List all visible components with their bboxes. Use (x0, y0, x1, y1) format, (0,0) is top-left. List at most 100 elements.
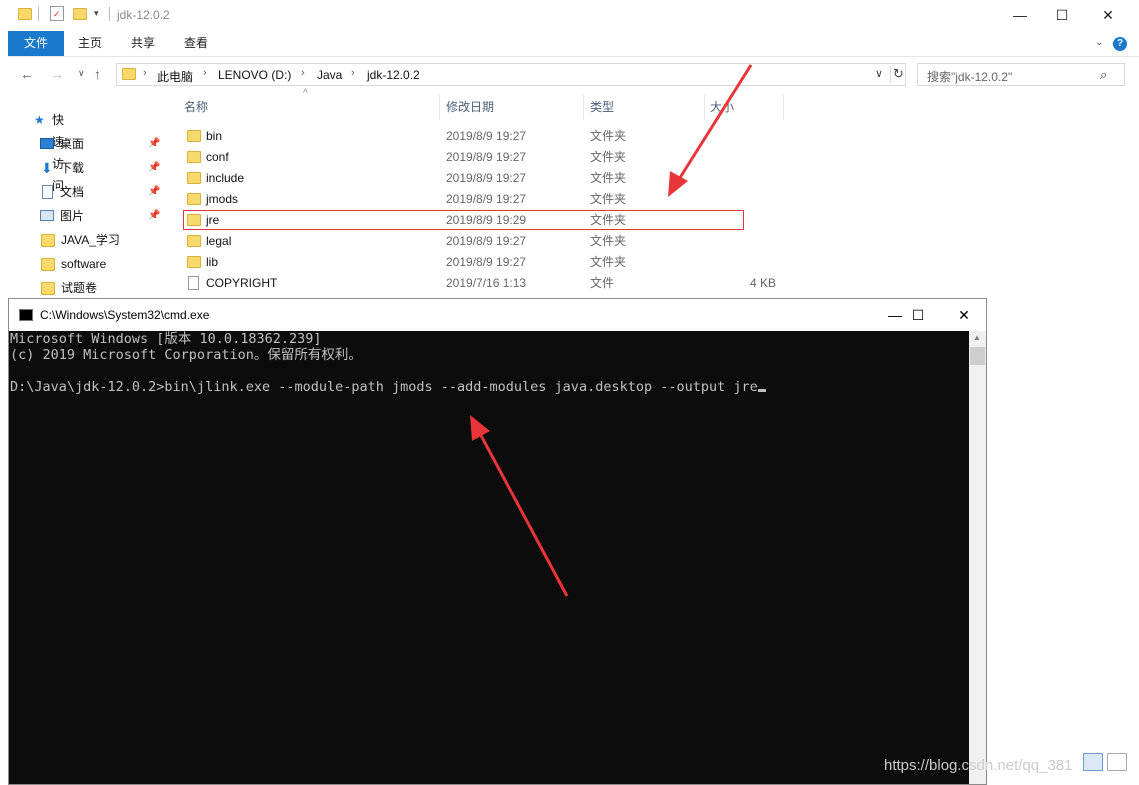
recent-dropdown-icon[interactable]: ∨ (78, 68, 85, 79)
nav-label: 图片 (60, 209, 85, 223)
tab-home[interactable]: 主页 (78, 31, 102, 56)
cmd-maximize-button[interactable]: ☐ (895, 299, 941, 331)
breadcrumb-this-pc[interactable]: 此电脑 (157, 68, 193, 85)
folder-icon (187, 172, 201, 184)
file-row[interactable]: include 2019/8/9 19:27 文件夹 (166, 168, 966, 189)
folder-icon (187, 235, 201, 247)
column-header-name[interactable]: 名称 (184, 98, 208, 115)
file-date: 2019/7/16 1:13 (446, 276, 527, 290)
column-divider[interactable] (704, 94, 705, 120)
nav-label: JAVA_学习 (61, 233, 120, 247)
column-header-size[interactable]: 大小 (710, 98, 734, 115)
forward-arrow-icon[interactable]: → (50, 66, 64, 82)
help-icon[interactable]: ? (1113, 37, 1127, 51)
nav-downloads[interactable]: ⬇ 下载 📌 (40, 157, 170, 179)
file-icon (188, 276, 199, 290)
nav-pictures[interactable]: 图片 📌 (40, 205, 170, 227)
file-row[interactable]: conf 2019/8/9 19:27 文件夹 (166, 147, 966, 168)
expand-ribbon-icon[interactable]: ⌄ (1095, 37, 1103, 48)
file-type: 文件 (590, 276, 615, 290)
file-type: 文件夹 (590, 129, 627, 143)
file-name: jmods (206, 192, 239, 206)
large-icons-view-icon[interactable] (1107, 753, 1127, 771)
nav-label: 文档 (60, 185, 85, 199)
tab-view[interactable]: 查看 (184, 31, 208, 56)
file-name: include (206, 171, 245, 185)
file-date: 2019/8/9 19:27 (446, 129, 527, 143)
scroll-up-icon[interactable]: ▲ (973, 333, 981, 342)
file-date: 2019/8/9 19:27 (446, 192, 527, 206)
details-view-icon[interactable] (1083, 753, 1103, 771)
chevron-right-icon[interactable]: › (301, 67, 305, 79)
file-size: 4 KB (749, 276, 776, 290)
file-date: 2019/8/9 19:27 (446, 234, 527, 248)
tab-share[interactable]: 共享 (131, 31, 155, 56)
search-box[interactable]: 搜索"jdk-12.0.2" ⌕ (917, 63, 1125, 86)
chevron-right-icon[interactable]: › (203, 67, 207, 79)
breadcrumb-drive[interactable]: LENOVO (D:) (218, 68, 291, 82)
file-name: COPYRIGHT (206, 276, 278, 290)
breadcrumb-jdk[interactable]: jdk-12.0.2 (367, 68, 420, 82)
nav-desktop[interactable]: 桌面 📌 (40, 133, 170, 155)
pictures-icon (40, 210, 54, 221)
file-type: 文件夹 (590, 234, 627, 248)
chevron-right-icon[interactable]: › (143, 67, 147, 79)
search-input[interactable]: 搜索"jdk-12.0.2" (927, 68, 1012, 85)
breadcrumb-java[interactable]: Java (317, 68, 342, 82)
divider (109, 7, 110, 21)
properties-icon[interactable]: ✓ (50, 6, 64, 21)
folder-icon (18, 8, 32, 20)
column-divider[interactable] (783, 94, 784, 120)
pin-icon[interactable]: 📌 (148, 133, 160, 155)
tab-file[interactable]: 文件 (8, 31, 64, 56)
document-icon (42, 185, 53, 199)
folder-icon (122, 68, 136, 80)
file-row[interactable]: legal 2019/8/9 19:27 文件夹 (166, 231, 966, 252)
nav-label: software (61, 257, 107, 271)
column-divider[interactable] (583, 94, 584, 120)
address-dropdown-icon[interactable]: ∨ (875, 67, 883, 80)
scrollbar-thumb[interactable] (970, 347, 985, 365)
maximize-button[interactable]: ☐ (1039, 0, 1085, 31)
search-icon[interactable]: ⌕ (1100, 67, 1107, 83)
file-date: 2019/8/9 19:27 (446, 255, 527, 269)
desktop-icon (40, 138, 54, 149)
background-window-edge (1131, 92, 1139, 785)
minimize-button[interactable]: — (997, 0, 1043, 31)
divider (890, 66, 891, 84)
file-type: 文件夹 (590, 150, 627, 164)
watermark: https://blog.csdn.net/qq_381 (884, 757, 1073, 774)
folder-icon (187, 256, 201, 268)
column-header-type[interactable]: 类型 (590, 98, 614, 115)
file-row[interactable]: bin 2019/8/9 19:27 文件夹 (166, 126, 966, 147)
back-arrow-icon[interactable]: ← (20, 66, 34, 82)
cmd-close-button[interactable]: ✕ (941, 299, 987, 331)
close-button[interactable]: ✕ (1085, 0, 1131, 31)
pin-icon[interactable]: 📌 (148, 181, 160, 203)
nav-label: 下载 (60, 161, 85, 175)
quick-access-dropdown-icon[interactable]: ▾ (94, 8, 99, 19)
column-divider[interactable] (439, 94, 440, 120)
column-header-date[interactable]: 修改日期 (446, 98, 494, 115)
file-row[interactable]: jmods 2019/8/9 19:27 文件夹 (166, 189, 966, 210)
console-output[interactable]: Microsoft Windows [版本 10.0.18362.239] (c)… (9, 331, 969, 784)
file-name: lib (206, 255, 219, 269)
address-box[interactable]: › 此电脑 › LENOVO (D:) › Java › jdk-12.0.2 … (116, 63, 906, 86)
file-name: conf (206, 150, 229, 164)
up-arrow-icon[interactable]: ↑ (94, 66, 101, 82)
chevron-right-icon[interactable]: › (351, 67, 355, 79)
file-type: 文件夹 (590, 192, 627, 206)
pin-icon[interactable]: 📌 (148, 157, 160, 179)
background-window-edge (0, 0, 8, 785)
refresh-icon[interactable]: ↻ (893, 66, 904, 82)
file-row[interactable]: lib 2019/8/9 19:27 文件夹 (166, 252, 966, 273)
nav-label: 试题卷 (61, 281, 98, 295)
console-line: (c) 2019 Microsoft Corporation。保留所有权利。 (10, 347, 362, 363)
folder-icon (41, 258, 55, 271)
nav-documents[interactable]: 文档 📌 (40, 181, 170, 203)
file-row[interactable]: COPYRIGHT 2019/7/16 1:13 文件 4 KB (166, 273, 966, 294)
pin-icon[interactable]: 📌 (148, 205, 160, 227)
new-folder-icon[interactable] (73, 8, 87, 20)
cmd-scrollbar[interactable]: ▲ (969, 331, 986, 784)
